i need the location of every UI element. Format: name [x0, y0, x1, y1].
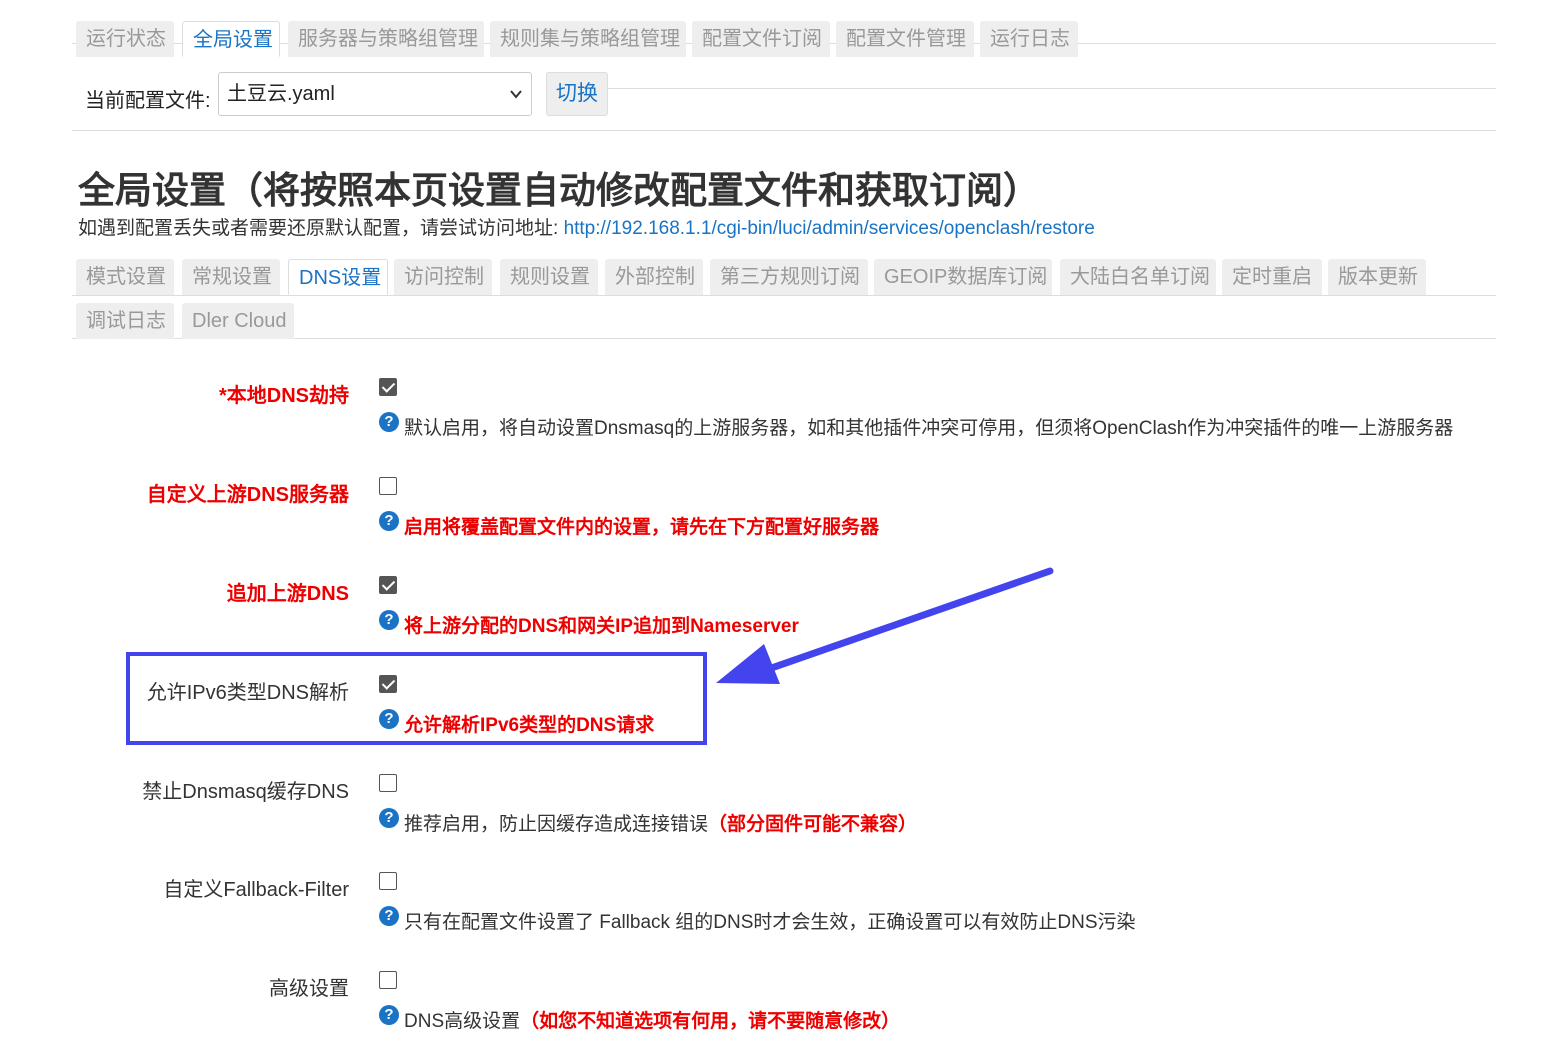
arrow-annotation [716, 567, 1054, 684]
